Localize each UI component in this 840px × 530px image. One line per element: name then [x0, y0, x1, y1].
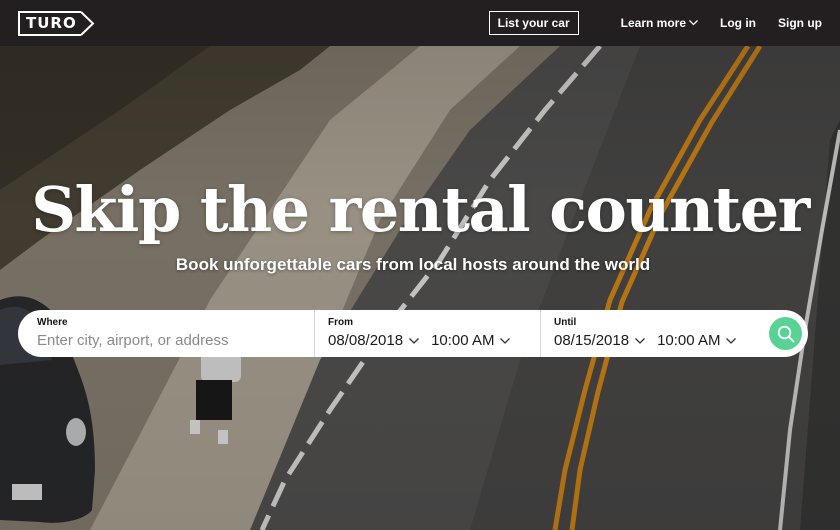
until-label: Until — [554, 317, 577, 328]
until-time-select[interactable]: 10:00 AM — [657, 332, 737, 349]
search-bar: Where From 08/08/2018 10:00 AM Until 08/… — [18, 310, 808, 357]
from-time-value: 10:00 AM — [431, 332, 495, 349]
until-datetime: 08/15/2018 10:00 AM — [554, 332, 766, 349]
hero-headline: Skip the rental counter — [31, 173, 810, 246]
until-date-select[interactable]: 08/15/2018 — [554, 332, 646, 349]
logo-arrow-icon — [80, 10, 95, 36]
from-label: From — [328, 317, 353, 328]
chevron-down-icon — [689, 20, 698, 26]
top-nav: TURO List your car Learn more Log in Sig… — [0, 0, 840, 46]
chevron-down-icon — [635, 337, 646, 344]
sign-up-link[interactable]: Sign up — [778, 16, 822, 30]
from-date-select[interactable]: 08/08/2018 — [328, 332, 420, 349]
where-label: Where — [37, 317, 68, 328]
where-field: Where — [18, 310, 314, 357]
search-button[interactable] — [769, 317, 802, 350]
until-date-value: 08/15/2018 — [554, 332, 630, 349]
until-field: Until 08/15/2018 10:00 AM — [540, 310, 766, 357]
learn-more-label: Learn more — [620, 16, 686, 30]
from-datetime: 08/08/2018 10:00 AM — [328, 332, 540, 349]
until-time-value: 10:00 AM — [657, 332, 721, 349]
nav-actions: List your car Learn more Log in Sign up — [488, 11, 822, 35]
from-time-select[interactable]: 10:00 AM — [431, 332, 511, 349]
learn-more-menu[interactable]: Learn more — [621, 16, 698, 30]
list-your-car-button[interactable]: List your car — [488, 11, 579, 35]
logo-text: TURO — [18, 10, 81, 36]
turo-logo[interactable]: TURO — [18, 10, 95, 36]
hero-subheadline: Book unforgettable cars from local hosts… — [175, 255, 651, 274]
search-icon — [777, 325, 794, 342]
where-input[interactable] — [37, 332, 297, 349]
chevron-down-icon — [409, 337, 420, 344]
chevron-down-icon — [726, 337, 737, 344]
from-date-value: 08/08/2018 — [328, 332, 404, 349]
log-in-link[interactable]: Log in — [720, 16, 756, 30]
chevron-down-icon — [500, 337, 511, 344]
from-field: From 08/08/2018 10:00 AM — [314, 310, 540, 357]
